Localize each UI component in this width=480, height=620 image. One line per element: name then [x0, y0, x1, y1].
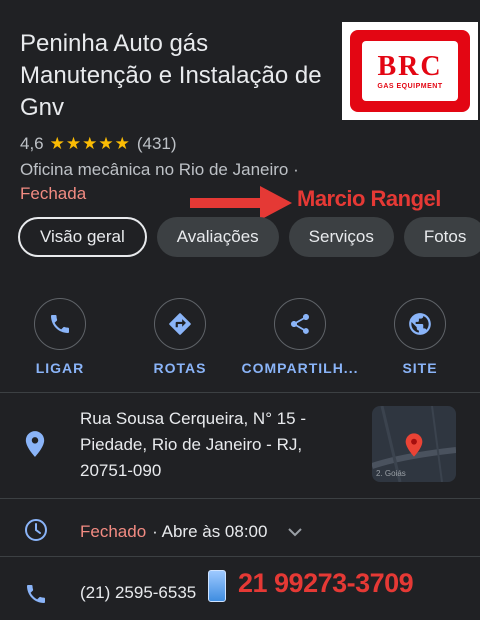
share-icon: [291, 314, 309, 334]
rating-value: 4,6: [20, 134, 44, 153]
address-line-3: 20751-090: [80, 461, 162, 480]
hours-row[interactable]: Fechado · Abre às 08:00: [80, 520, 307, 544]
mobile-phone-icon: [208, 570, 226, 602]
business-category: Oficina mecânica no Rio de Janeiro ·: [20, 160, 299, 179]
tab-bar: Visão geral Avaliações Serviços Fotos: [18, 217, 480, 257]
share-button[interactable]: COMPARTILH...: [240, 298, 360, 376]
business-logo[interactable]: BRC GAS EQUIPMENT: [342, 22, 478, 120]
annotation-name: Marcio Rangel: [297, 186, 441, 211]
hours-opens: · Abre às 08:00: [152, 522, 268, 541]
call-button-circle: [34, 298, 86, 350]
clock-icon: [25, 519, 47, 541]
logo-frame: BRC GAS EQUIPMENT: [350, 30, 470, 112]
address-line-1: Rua Sousa Cerqueira, N° 15 -: [80, 409, 307, 428]
rating-row[interactable]: 4,6 ★★★★★ (431): [20, 134, 177, 154]
call-label: LIGAR: [35, 360, 85, 376]
annotation-phone: 21 99273-3709: [238, 568, 414, 598]
action-buttons: LIGAR ROTAS COMPARTILH... SITE: [0, 298, 480, 378]
address-line-2: Piedade, Rio de Janeiro - RJ,: [80, 435, 303, 454]
directions-icon: [169, 313, 191, 335]
call-button[interactable]: LIGAR: [0, 298, 120, 376]
logo-subtitle: GAS EQUIPMENT: [377, 82, 443, 90]
tab-photos[interactable]: Fotos: [403, 217, 480, 257]
business-title: Peninha Auto gás Manutenção e Instalação…: [20, 30, 322, 121]
website-label: SITE: [402, 360, 438, 376]
location-pin-icon: [25, 431, 45, 457]
logo-mark: BRC: [377, 50, 443, 82]
map-street-label: 2. Goiás: [376, 469, 406, 478]
share-label: COMPARTILH...: [241, 360, 359, 376]
hours-status: Fechado: [80, 522, 147, 541]
address-text[interactable]: Rua Sousa Cerqueira, N° 15 - Piedade, Ri…: [80, 406, 340, 484]
open-status: Fechada: [20, 184, 87, 203]
tab-reviews[interactable]: Avaliações: [156, 217, 279, 257]
directions-label: ROTAS: [153, 360, 207, 376]
logo-panel: BRC GAS EQUIPMENT: [362, 41, 458, 101]
directions-button[interactable]: ROTAS: [120, 298, 240, 376]
tab-overview[interactable]: Visão geral: [18, 217, 147, 257]
phone-icon: [27, 585, 45, 603]
map-pin-icon: [405, 433, 423, 457]
review-count: (431): [136, 134, 177, 153]
divider: [0, 498, 480, 499]
chevron-down-icon[interactable]: [283, 520, 307, 544]
website-button-circle: [394, 298, 446, 350]
website-button[interactable]: SITE: [360, 298, 480, 376]
directions-button-circle: [154, 298, 206, 350]
globe-icon: [409, 313, 431, 335]
tab-services[interactable]: Serviços: [288, 217, 394, 257]
star-icons: ★★★★★: [49, 134, 131, 153]
map-thumbnail[interactable]: 2. Goiás: [372, 406, 456, 482]
divider: [0, 392, 480, 393]
divider: [0, 556, 480, 557]
share-button-circle: [274, 298, 326, 350]
phone-icon: [51, 315, 69, 333]
phone-number[interactable]: (21) 2595-6535: [80, 583, 196, 603]
